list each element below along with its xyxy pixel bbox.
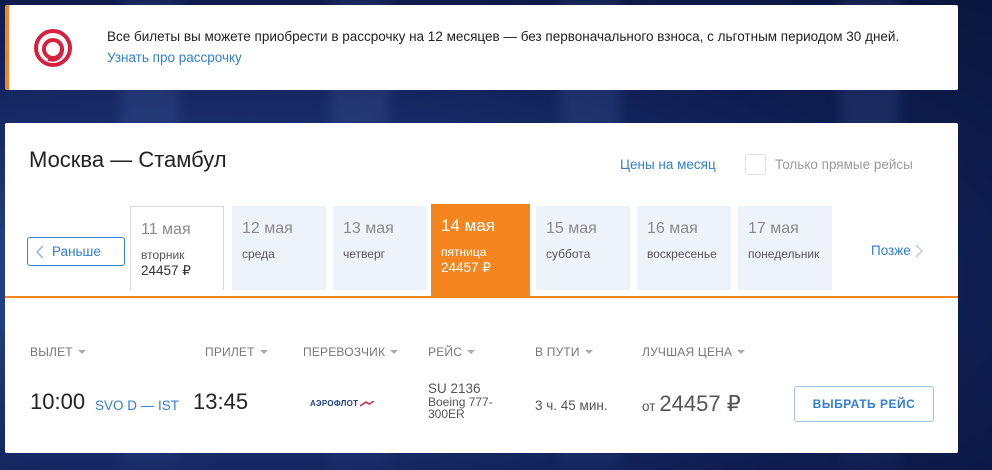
column-arrival-label: ПРИЛЕТ <box>205 345 255 359</box>
column-departure[interactable]: ВЫЛЕТ <box>30 345 86 359</box>
departure-time: 10:00 <box>30 389 86 414</box>
flight-duration: 3 ч. 45 мин. <box>535 398 608 413</box>
banner-text-block: Все билеты вы можете приобрести в рассро… <box>107 28 899 67</box>
route-title: Москва — Стамбул <box>29 147 227 172</box>
date-strip-divider <box>5 296 958 298</box>
day-date: 13 мая <box>343 220 394 237</box>
direct-flights-checkbox[interactable] <box>745 154 766 175</box>
sort-caret-icon <box>259 350 268 354</box>
earlier-label: Раньше <box>52 244 101 259</box>
flight-price: от 24457 ₽ <box>642 391 741 417</box>
aeroflot-wing-icon <box>360 400 375 407</box>
flight-number: SU 2136 <box>428 381 481 396</box>
airports-route: SVO D — IST <box>95 398 180 413</box>
column-best-price-label: ЛУЧШАЯ ЦЕНА <box>642 345 733 359</box>
banner-message: Все билеты вы можете приобрести в рассро… <box>107 29 900 44</box>
column-flight[interactable]: РЕЙС <box>428 345 476 359</box>
day-tile-17[interactable]: 17 мая понедельник <box>738 206 832 290</box>
day-date: 12 мая <box>242 220 293 237</box>
day-weekday: четверг <box>343 247 385 261</box>
spiral-logo-icon <box>34 28 72 67</box>
column-carrier[interactable]: ПЕРЕВОЗЧИК <box>303 345 399 359</box>
installment-banner: Все билеты вы можете приобрести в рассро… <box>5 5 958 90</box>
day-weekday: пятница <box>441 245 487 259</box>
day-tile-12[interactable]: 12 мая среда <box>232 206 326 290</box>
column-flight-label: РЕЙС <box>428 345 463 359</box>
results-card: Москва — Стамбул Цены на месяц Только пр… <box>5 123 958 453</box>
day-tile-13[interactable]: 13 мая четверг <box>333 206 427 290</box>
column-carrier-label: ПЕРЕВОЗЧИК <box>303 345 386 359</box>
day-date: 11 мая <box>141 221 191 238</box>
arrival-time: 13:45 <box>193 389 249 414</box>
sort-caret-icon <box>584 350 593 354</box>
day-date: 16 мая <box>647 220 698 237</box>
flight-info: SU 2136 Boeing 777- 300ER <box>428 381 493 421</box>
column-duration-label: В ПУТИ <box>535 345 580 359</box>
day-date: 15 мая <box>546 220 597 237</box>
later-button[interactable]: Позже <box>871 243 923 258</box>
installment-link[interactable]: Узнать про рассрочку <box>107 50 242 65</box>
column-departure-label: ВЫЛЕТ <box>30 345 73 359</box>
day-date: 14 мая <box>441 216 495 235</box>
day-weekday: среда <box>242 247 275 261</box>
day-weekday: понедельник <box>748 247 820 261</box>
sort-caret-icon <box>737 350 746 354</box>
later-label: Позже <box>871 243 911 258</box>
carrier-logo: АЭРОФЛОТ <box>310 399 375 408</box>
day-tile-11[interactable]: 11 мая вторник 24457 ₽ <box>130 206 224 290</box>
column-arrival[interactable]: ПРИЛЕТ <box>205 345 268 359</box>
aircraft-type-cont: 300ER <box>428 407 465 421</box>
column-duration[interactable]: В ПУТИ <box>535 345 593 359</box>
carrier-name: АЭРОФЛОТ <box>310 399 359 408</box>
day-price: 24457 ₽ <box>441 260 491 275</box>
select-flight-button[interactable]: ВЫБРАТЬ РЕЙС <box>794 386 934 422</box>
day-tile-16[interactable]: 16 мая воскресенье <box>637 206 731 290</box>
chevron-right-icon <box>915 243 923 258</box>
day-weekday: воскресенье <box>647 247 717 261</box>
day-weekday: суббота <box>546 247 591 261</box>
sort-caret-icon <box>467 350 476 354</box>
sort-caret-icon <box>390 350 399 354</box>
column-best-price[interactable]: ЛУЧШАЯ ЦЕНА <box>642 345 746 359</box>
day-date: 17 мая <box>748 220 799 237</box>
earlier-button[interactable]: Раньше <box>27 237 125 266</box>
price-prefix: от <box>642 399 656 414</box>
sort-caret-icon <box>77 350 86 354</box>
chevron-left-icon <box>36 244 44 259</box>
direct-flights-label: Только прямые рейсы <box>775 157 913 172</box>
direct-flights-toggle[interactable]: Только прямые рейсы <box>745 154 913 175</box>
month-prices-link[interactable]: Цены на месяц <box>620 157 716 172</box>
day-tile-14-selected[interactable]: 14 мая пятница 24457 ₽ <box>431 204 530 296</box>
day-tile-15[interactable]: 15 мая суббота <box>536 206 630 290</box>
day-price: 24457 ₽ <box>141 263 191 278</box>
price-amount: 24457 ₽ <box>659 391 741 416</box>
day-weekday: вторник <box>141 248 185 262</box>
